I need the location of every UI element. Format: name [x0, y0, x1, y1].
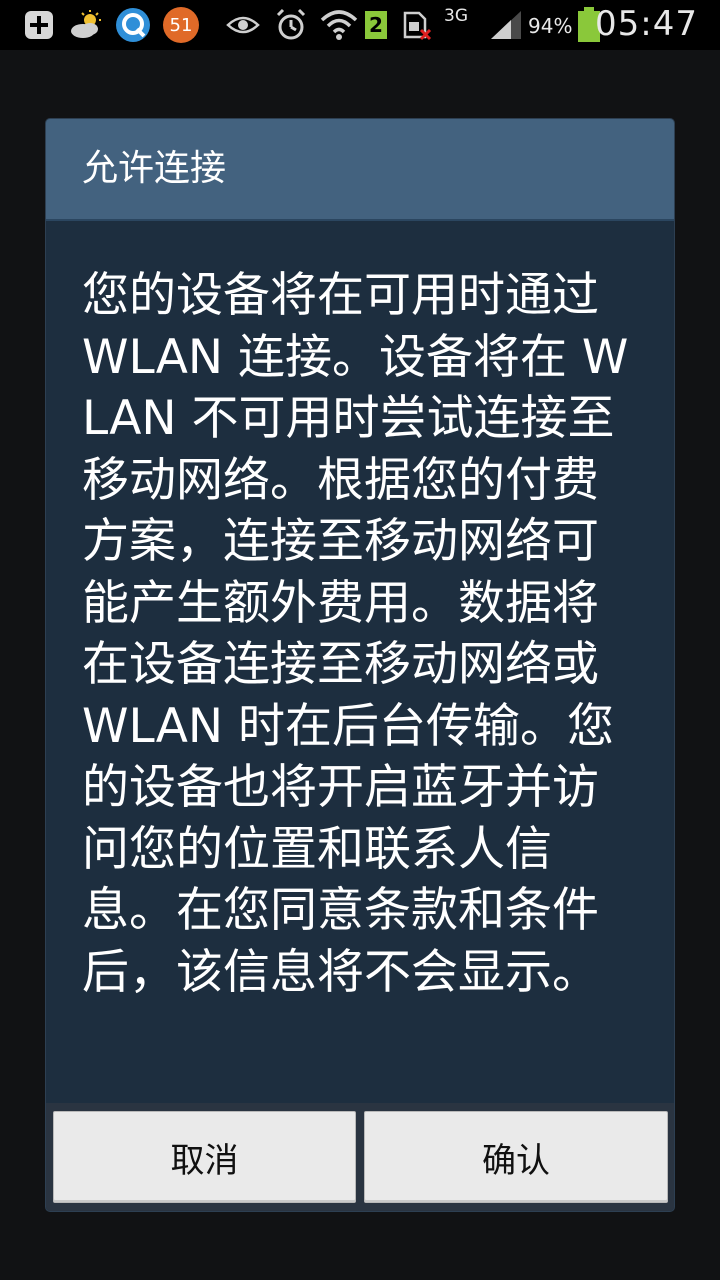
sim-badge: 2: [364, 8, 388, 42]
sim-blocked-icon: [400, 8, 434, 42]
q-app-icon: [114, 8, 152, 42]
dialog-message: 您的设备将在可用时通过 WLAN 连接。设备将在 WLAN 不可用时尝试连接至移…: [82, 268, 629, 1000]
plus-icon: [22, 8, 56, 42]
battery-percent: 94%: [528, 14, 573, 38]
signal-icon: [488, 8, 524, 42]
clock: 05:47: [595, 4, 698, 44]
weather-icon: [68, 8, 104, 42]
cancel-button[interactable]: 取消: [53, 1111, 356, 1203]
dialog-title: 允许连接: [82, 148, 227, 189]
dialog-button-bar: 取消 确认: [46, 1103, 674, 1211]
sim-number: 2: [365, 11, 387, 39]
confirm-button[interactable]: 确认: [364, 1111, 668, 1203]
eye-icon: [226, 8, 260, 42]
alarm-icon: [274, 8, 308, 42]
allow-connection-dialog: 允许连接 您的设备将在可用时通过 WLAN 连接。设备将在 WLAN 不可用时尝…: [46, 119, 674, 1211]
notification-count: 51: [163, 7, 199, 43]
dialog-title-bar: 允许连接: [46, 119, 674, 221]
network-type: 3G: [444, 6, 468, 26]
status-bar: 51 2 3G 94% 05:47: [0, 0, 720, 50]
notification-badge: 51: [162, 7, 200, 43]
wifi-icon: [320, 8, 358, 42]
